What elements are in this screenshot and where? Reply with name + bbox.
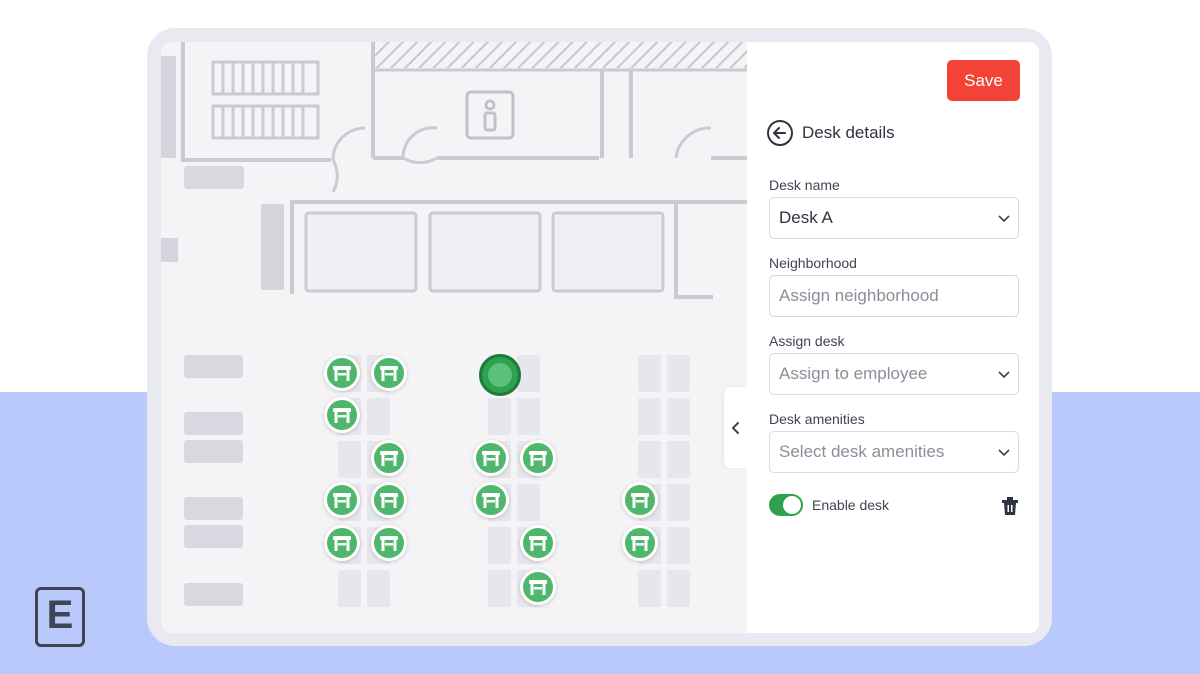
hatched-wall [375,42,747,68]
desk-icon[interactable] [324,355,360,391]
wall-block [161,238,178,262]
amenities-select[interactable]: Select desk amenities [769,431,1019,473]
stairs [211,60,320,140]
selected-desk-dot[interactable] [479,354,521,396]
panel-title: Desk details [802,123,895,142]
assign-employee-select[interactable]: Assign to employee [769,353,1019,395]
desk-name-value: Desk A [779,208,833,227]
desk-icon[interactable] [371,482,407,518]
amenities-placeholder: Select desk amenities [779,442,945,461]
toggle-knob [783,496,801,514]
chevron-down-icon [998,371,1010,379]
desk-name-select[interactable]: Desk A [769,197,1019,239]
desk-icon[interactable] [371,525,407,561]
meeting-room [551,211,665,293]
assign-desk-label: Assign desk [769,333,845,349]
bench-blocks [184,355,243,606]
assign-employee-placeholder: Assign to employee [779,364,928,383]
trash-icon[interactable] [1002,497,1018,515]
desk-icon[interactable] [371,440,407,476]
desk-icon[interactable] [520,440,556,476]
desk-icon[interactable] [520,525,556,561]
brand-logo: E [35,587,85,647]
enable-desk-label: Enable desk [812,497,890,513]
meeting-room [428,211,542,293]
save-button[interactable]: Save [947,60,1020,101]
wall-block [184,166,244,189]
selected-desk-inner [488,363,512,387]
floor-plan-map[interactable] [161,42,747,633]
arrow-left-circle-icon[interactable] [767,120,793,146]
amenities-label: Desk amenities [769,411,865,427]
app-screen: Save Desk details Desk name Desk A Neigh… [161,42,1039,633]
meeting-room [304,211,418,293]
chevron-left-icon [731,421,739,434]
enable-desk-toggle[interactable] [769,494,803,516]
neighborhood-placeholder: Assign neighborhood [779,286,939,305]
desk-icon[interactable] [324,525,360,561]
logo-letter: E [46,593,74,637]
desk-icon[interactable] [622,525,658,561]
collapse-panel-button[interactable] [724,387,747,468]
neighborhood-input[interactable]: Assign neighborhood [769,275,1019,317]
wall-block [161,56,176,158]
neighborhood-label: Neighborhood [769,255,857,271]
desk-icon[interactable] [324,482,360,518]
desk-icon[interactable] [324,397,360,433]
desk-icon[interactable] [473,440,509,476]
desk-icon[interactable] [520,569,556,605]
desk-icon[interactable] [473,482,509,518]
chevron-down-icon [998,449,1010,457]
desk-details-panel: Save Desk details Desk name Desk A Neigh… [747,42,1039,633]
desk-name-label: Desk name [769,177,840,193]
column-block [261,204,284,290]
chevron-down-icon [998,215,1010,223]
desk-slots [338,355,690,607]
desk-icon[interactable] [371,355,407,391]
desk-icon[interactable] [622,482,658,518]
